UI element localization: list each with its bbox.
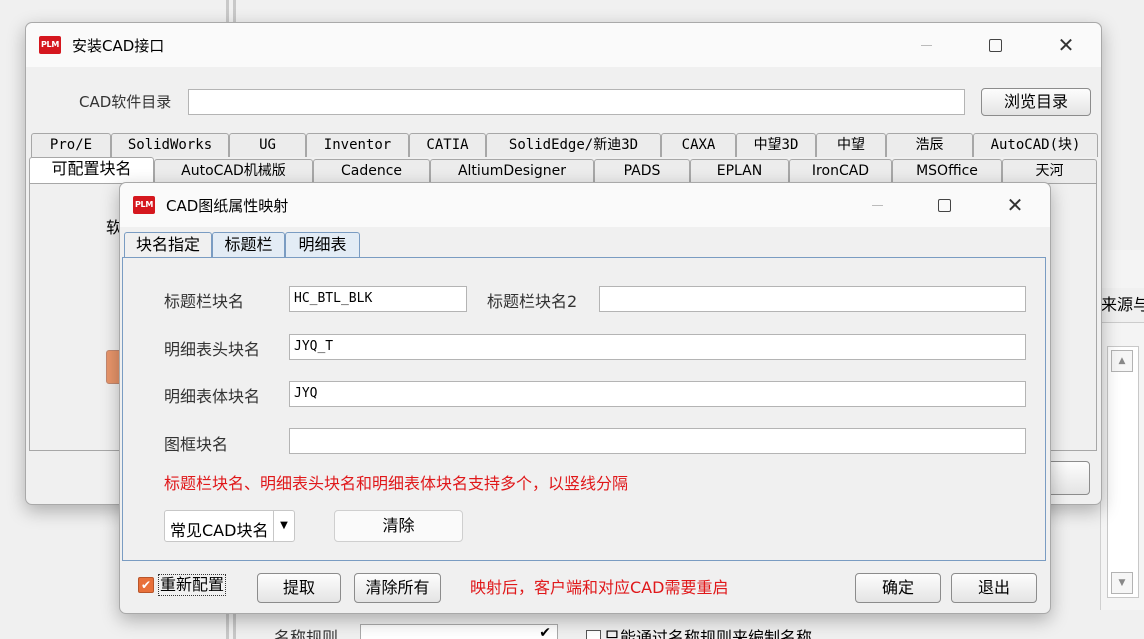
name-rule-select[interactable]: ✔ (360, 624, 558, 639)
frame-block-label: 图框块名 (164, 435, 229, 454)
maximize-icon (937, 198, 951, 212)
cad-tab-row2-6[interactable]: IronCAD (789, 159, 892, 183)
cad-tab-row1-9[interactable]: 浩辰 (886, 133, 973, 157)
multi-name-hint: 标题栏块名、明细表头块名和明细表体块名支持多个，以竖线分隔 (164, 474, 629, 493)
close-button[interactable]: ✕ (992, 183, 1038, 227)
cad-tab-row1-0[interactable]: Pro/E (31, 133, 111, 157)
minimize-icon (871, 204, 883, 206)
background-divider (226, 612, 229, 639)
cad-attribute-mapping-dialog: PLM CAD图纸属性映射 ✕ 块名指定 标题栏 明细表 标题栏块名 HC_BTL_… (119, 182, 1051, 614)
mapping-tab-2[interactable]: 明细表 (285, 232, 360, 258)
background-list (1107, 346, 1139, 598)
cad-dir-input[interactable] (188, 89, 965, 115)
chevron-down-icon: ▼ (273, 511, 294, 541)
cad-tab-row2-0[interactable]: 可配置块名 (29, 157, 154, 184)
background-column-header: 来源与 (1101, 288, 1144, 323)
common-cad-names-label: 常见CAD块名 (170, 521, 269, 540)
mapping-tab-1[interactable]: 标题栏 (212, 232, 285, 258)
background-divider (233, 612, 236, 639)
extract-button[interactable]: 提取 (257, 573, 341, 603)
cad-tab-row1-2[interactable]: UG (229, 133, 306, 157)
cad-tab-row1-8[interactable]: 中望 (816, 133, 886, 157)
clear-button[interactable]: 清除 (334, 510, 463, 542)
common-cad-names-dropdown[interactable]: 常见CAD块名 ▼ (164, 510, 295, 542)
name-rule-label: 名称规则 (274, 628, 339, 639)
mapping-dialog-title: CAD图纸属性映射 (166, 197, 289, 215)
cad-tab-row2-3[interactable]: AltiumDesigner (430, 159, 594, 183)
close-icon: ✕ (1057, 33, 1075, 57)
reconfig-label[interactable]: 重新配置 (158, 574, 227, 596)
cad-tab-row2-1[interactable]: AutoCAD机械版 (154, 159, 313, 183)
maximize-button[interactable] (921, 183, 967, 227)
scroll-down-arrow[interactable]: ▼ (1111, 572, 1133, 594)
title-block-label: 标题栏块名 (164, 292, 245, 311)
cad-tab-row1-10[interactable]: AutoCAD(块) (973, 133, 1098, 157)
ok-button[interactable]: 确定 (855, 573, 941, 603)
check-icon: ✔ (140, 578, 152, 592)
cad-tab-row1-4[interactable]: CATIA (409, 133, 486, 157)
exit-button[interactable]: 退出 (951, 573, 1037, 603)
detail-header-input[interactable]: JYQ_T (289, 334, 1026, 360)
background-divider (233, 0, 236, 24)
install-window-titlebar: PLM 安装CAD接口 ✕ (26, 23, 1101, 67)
reconfig-checkbox[interactable]: ✔ (138, 577, 154, 593)
install-window-title: 安装CAD接口 (72, 37, 165, 55)
title-block-input[interactable]: HC_BTL_BLK (289, 286, 467, 312)
cad-tab-row2-5[interactable]: EPLAN (690, 159, 789, 183)
clear-all-button[interactable]: 清除所有 (354, 573, 441, 603)
cad-tab-row2-7[interactable]: MSOffice (892, 159, 1002, 183)
close-button[interactable]: ✕ (1043, 23, 1089, 67)
detail-body-input[interactable]: JYQ (289, 381, 1026, 407)
cad-tab-row1-3[interactable]: Inventor (306, 133, 409, 157)
name-rule-checkbox[interactable] (586, 630, 601, 639)
mapping-tab-0[interactable]: 块名指定 (124, 232, 212, 258)
maximize-button[interactable] (972, 23, 1018, 67)
background-right-panel: 来源与 ▲ ▼ (1100, 250, 1144, 610)
cad-tab-row2-2[interactable]: Cadence (313, 159, 430, 183)
browse-dir-button[interactable]: 浏览目录 (981, 88, 1091, 116)
cad-tab-row1-7[interactable]: 中望3D (736, 133, 816, 157)
name-rule-checkbox-label: 只能通过名称规则来编制名称 (604, 628, 813, 639)
minimize-button[interactable] (903, 23, 949, 67)
scroll-up-arrow[interactable]: ▲ (1111, 350, 1133, 372)
cad-dir-label: CAD软件目录 (79, 93, 172, 111)
maximize-icon (988, 38, 1002, 52)
detail-header-label: 明细表头块名 (164, 340, 261, 359)
minimize-icon (920, 44, 932, 46)
mapping-tab-panel: 标题栏块名 HC_BTL_BLK 标题栏块名2 明细表头块名 JYQ_T 明细表… (122, 257, 1046, 561)
mapping-dialog-titlebar: PLM CAD图纸属性映射 ✕ (120, 183, 1050, 227)
plm-logo-icon: PLM (39, 36, 61, 54)
detail-body-label: 明细表体块名 (164, 387, 261, 406)
background-divider (226, 0, 229, 24)
background-bottom-strip: 名称规则 ✔ 只能通过名称规则来编制名称 (240, 614, 1140, 639)
chevron-down-icon: ✔ (539, 625, 551, 639)
cad-tab-row2-4[interactable]: PADS (594, 159, 690, 183)
cad-tab-row1-1[interactable]: SolidWorks (111, 133, 229, 157)
cad-tab-row2-8[interactable]: 天河 (1002, 159, 1097, 183)
minimize-button[interactable] (854, 183, 900, 227)
close-icon: ✕ (1006, 193, 1024, 217)
cad-tab-row1-6[interactable]: CAXA (661, 133, 736, 157)
title-block2-input[interactable] (599, 286, 1026, 312)
cad-tab-row1-5[interactable]: SolidEdge/新迪3D (486, 133, 661, 157)
title-block2-label: 标题栏块名2 (487, 292, 578, 311)
frame-block-input[interactable] (289, 428, 1026, 454)
plm-logo-icon: PLM (133, 196, 155, 214)
restart-note: 映射后，客户端和对应CAD需要重启 (470, 578, 729, 597)
